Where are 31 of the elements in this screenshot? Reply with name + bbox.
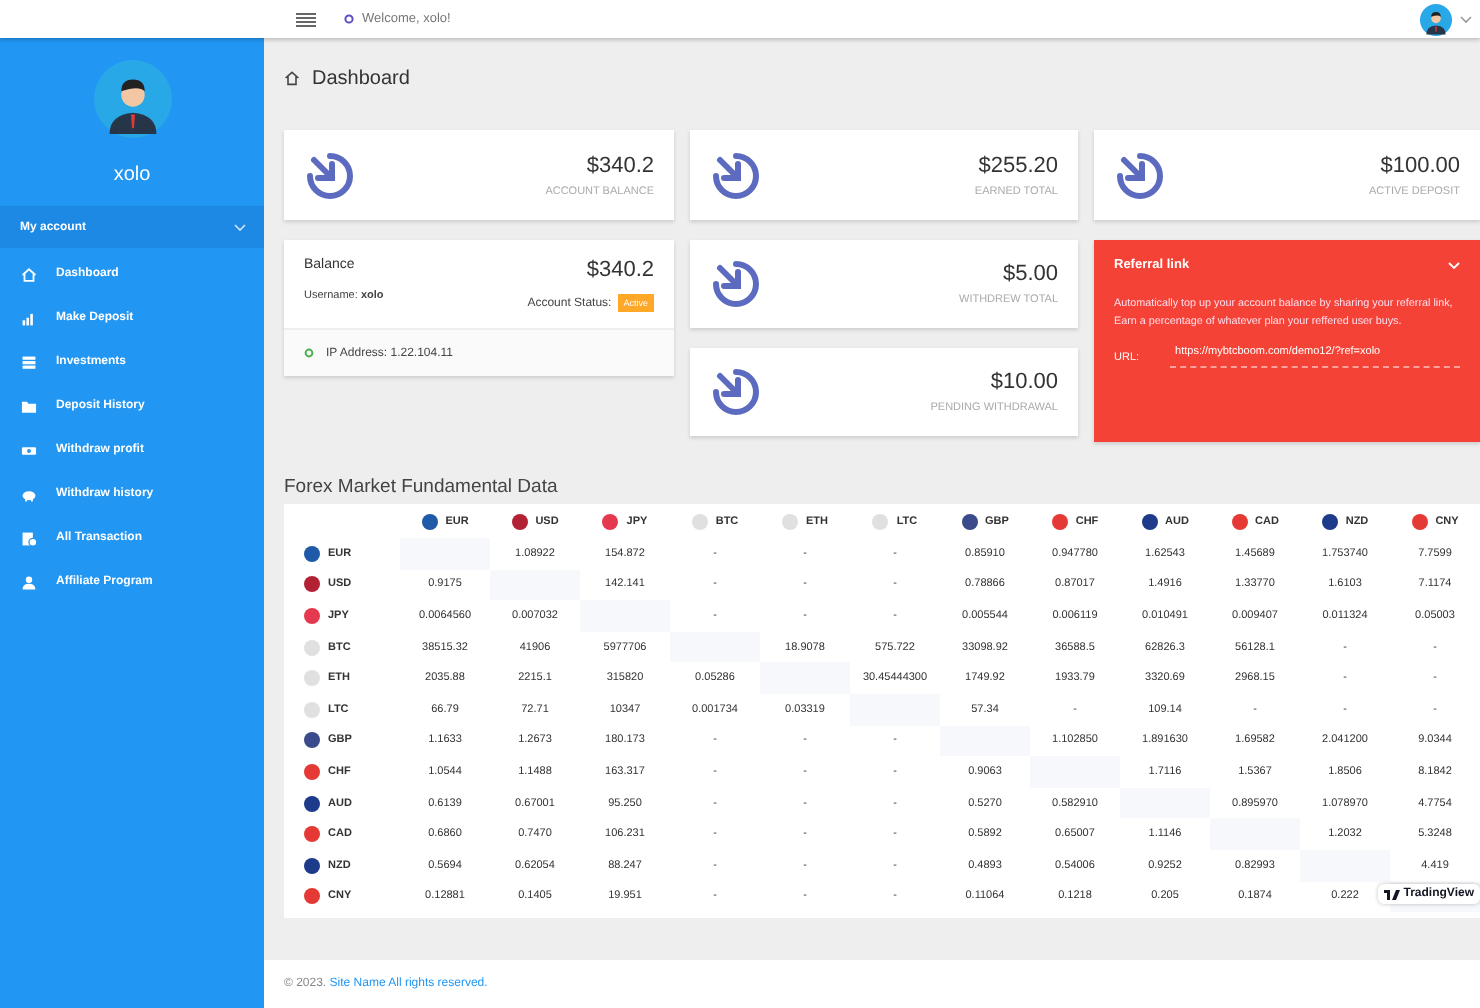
download-arrow-icon <box>1114 149 1166 201</box>
home-icon <box>284 70 300 86</box>
download-arrow-icon <box>710 366 762 418</box>
home-icon <box>20 265 38 283</box>
download-arrow-icon <box>710 258 762 310</box>
amount: $340.2 <box>586 153 654 177</box>
amount: $340.2 <box>586 258 654 282</box>
folder-icon <box>20 397 38 415</box>
piggy-bank-icon <box>20 485 38 503</box>
username: xolo <box>113 164 151 186</box>
document-icon <box>20 529 38 547</box>
amount: $10.00 <box>990 370 1058 394</box>
amount: $255.20 <box>978 153 1058 177</box>
amount: $5.00 <box>1002 262 1058 286</box>
amount: $100.00 <box>1380 153 1460 177</box>
avatar-icon[interactable] <box>1420 3 1452 35</box>
banknote-icon <box>20 441 38 459</box>
avatar-icon <box>93 60 171 138</box>
page-title: Dashboard <box>312 67 410 89</box>
chevron-down-icon <box>234 223 246 231</box>
download-arrow-icon <box>710 149 762 201</box>
section-title: Forex Market Fundamental Data <box>284 476 560 498</box>
download-arrow-icon <box>304 149 356 201</box>
circle-icon <box>304 348 314 358</box>
stack-icon <box>20 353 38 371</box>
circle-icon <box>344 14 354 24</box>
person-icon <box>20 573 38 591</box>
bar-chart-icon <box>20 309 38 327</box>
chevron-down-icon[interactable] <box>1460 15 1472 23</box>
menu-icon[interactable] <box>296 11 316 27</box>
diagonal-cell <box>1300 849 1390 882</box>
